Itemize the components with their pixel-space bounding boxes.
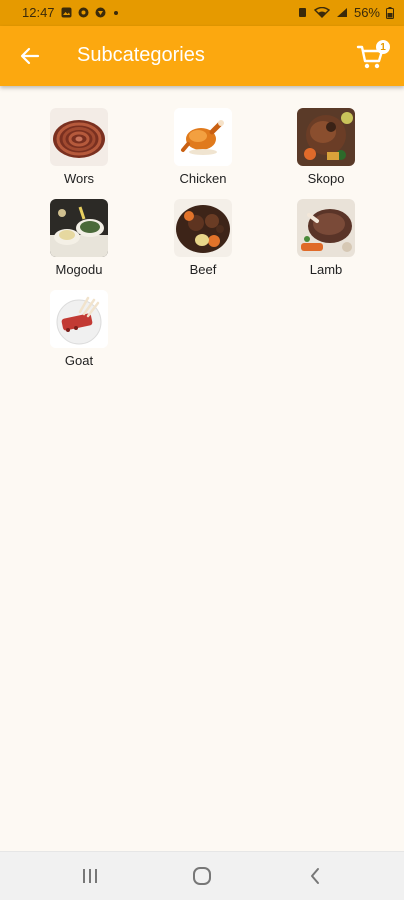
chicken-image <box>174 108 232 166</box>
beef-image <box>174 199 232 257</box>
status-time: 12:47 <box>22 5 55 20</box>
subcategory-label: Skopo <box>307 171 345 186</box>
notification-icon <box>78 7 89 18</box>
recent-apps-icon <box>83 869 97 883</box>
page-title: Subcategories <box>77 44 205 66</box>
recent-apps-button[interactable] <box>75 864 105 888</box>
wifi-icon <box>313 7 330 18</box>
cart-button[interactable]: 1 <box>356 38 390 72</box>
subcategory-lamb[interactable]: Lamb <box>276 191 376 279</box>
subcategory-skopo[interactable]: Skopo <box>276 100 376 188</box>
subcategory-label: Goat <box>64 353 94 368</box>
subcategory-chicken[interactable]: Chicken <box>153 100 253 188</box>
notification-icon-2 <box>95 7 106 18</box>
subcategory-label: Mogodu <box>55 262 103 277</box>
arrow-back-icon <box>20 47 40 65</box>
wors-image <box>50 108 108 166</box>
subcategory-label: Beef <box>189 262 217 277</box>
subcategory-goat[interactable]: Goat <box>29 282 129 370</box>
chevron-left-icon <box>311 868 319 884</box>
subcategory-mogodu[interactable]: Mogodu <box>29 191 129 279</box>
mogodu-image <box>50 199 108 257</box>
app-bar: Subcategories 1 <box>0 26 404 86</box>
subcategory-label: Wors <box>63 171 95 186</box>
subcategory-label: Chicken <box>179 171 227 186</box>
system-back-button[interactable] <box>300 864 330 888</box>
lamb-image <box>297 199 355 257</box>
subcategory-beef[interactable]: Beef <box>153 191 253 279</box>
signal-icon <box>336 8 347 17</box>
home-button[interactable] <box>187 864 217 888</box>
subcategory-label: Lamb <box>309 262 343 277</box>
home-icon <box>193 867 211 885</box>
gallery-icon <box>61 7 72 18</box>
alarm-icon <box>298 8 306 17</box>
cart-count-badge: 1 <box>376 40 390 54</box>
battery-icon <box>386 6 394 19</box>
subcategory-wors[interactable]: Wors <box>29 100 129 188</box>
battery-percent: 56% <box>353 5 380 20</box>
goat-image <box>50 290 108 348</box>
system-nav-bar <box>0 851 404 900</box>
skopo-image <box>297 108 355 166</box>
back-button[interactable] <box>14 40 46 72</box>
status-bar: 12:47 56% <box>0 0 404 26</box>
more-notifications-dot <box>113 10 118 15</box>
